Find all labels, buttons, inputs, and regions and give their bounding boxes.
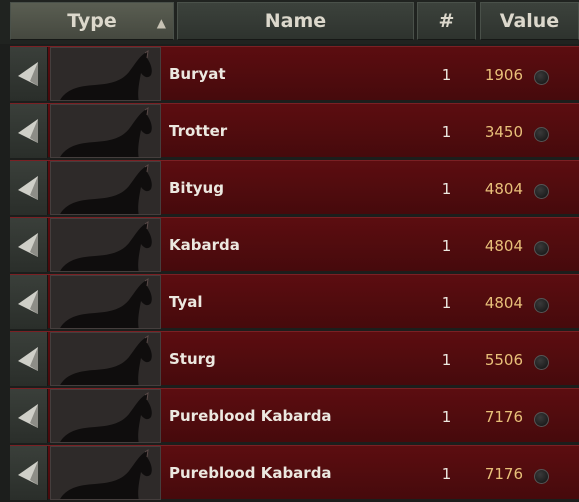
item-name: Tyal: [169, 293, 203, 311]
name-column-header[interactable]: Name: [177, 2, 414, 40]
item-name: Sturg: [169, 350, 216, 368]
table-row[interactable]: Pureblood Kabarda 1 7176: [10, 388, 579, 443]
horse-icon: [60, 220, 152, 271]
table-row[interactable]: Pureblood Kabarda 1 7176: [10, 445, 579, 500]
row-action-button[interactable]: [10, 446, 48, 500]
horse-icon: [60, 277, 152, 328]
coin-icon: [534, 184, 549, 199]
table-row[interactable]: Buryat 1 1906: [10, 46, 579, 101]
item-count: 1: [441, 465, 452, 483]
item-count: 1: [441, 408, 452, 426]
item-value: 1906: [484, 66, 523, 84]
row-action-button[interactable]: [10, 389, 48, 443]
type-column-label: Type: [67, 10, 117, 32]
sort-ascending-icon: ▲: [156, 16, 166, 30]
item-list: Buryat 1 1906 Trotter 1 3450 Bityug 1 48…: [0, 44, 579, 502]
item-value: 7176: [484, 465, 523, 483]
row-action-button[interactable]: [10, 218, 48, 272]
item-value: 4804: [484, 180, 523, 198]
triangle-left-icon: [18, 461, 38, 485]
item-value: 5506: [484, 351, 523, 369]
horse-thumbnail: [50, 161, 161, 215]
item-count: 1: [441, 123, 452, 141]
row-action-button[interactable]: [10, 161, 48, 215]
horse-icon: [60, 163, 152, 214]
horse-thumbnail: [50, 332, 161, 386]
item-value: 3450: [484, 123, 523, 141]
triangle-left-icon: [18, 290, 38, 314]
horse-thumbnail: [50, 446, 161, 500]
item-count: 1: [441, 180, 452, 198]
item-name: Pureblood Kabarda: [169, 407, 332, 425]
coin-icon: [534, 412, 549, 427]
horse-thumbnail: [50, 275, 161, 329]
coin-icon: [534, 298, 549, 313]
item-value: 4804: [484, 237, 523, 255]
table-row[interactable]: Kabarda 1 4804: [10, 217, 579, 272]
coin-icon: [534, 241, 549, 256]
item-name: Pureblood Kabarda: [169, 464, 332, 482]
value-column-label: Value: [499, 10, 560, 32]
triangle-left-icon: [18, 176, 38, 200]
triangle-left-icon: [18, 404, 38, 428]
table-row[interactable]: Sturg 1 5506: [10, 331, 579, 386]
item-name: Kabarda: [169, 236, 240, 254]
count-column-label: #: [438, 10, 455, 32]
item-count: 1: [441, 66, 452, 84]
item-name: Buryat: [169, 65, 226, 83]
table-row[interactable]: Tyal 1 4804: [10, 274, 579, 329]
horse-icon: [60, 391, 152, 442]
triangle-left-icon: [18, 233, 38, 257]
horse-icon: [60, 334, 152, 385]
table-row[interactable]: Trotter 1 3450: [10, 103, 579, 158]
triangle-left-icon: [18, 62, 38, 86]
row-action-button[interactable]: [10, 104, 48, 158]
horse-thumbnail: [50, 218, 161, 272]
item-value: 4804: [484, 294, 523, 312]
horse-icon: [60, 448, 152, 499]
triangle-left-icon: [18, 347, 38, 371]
item-count: 1: [441, 294, 452, 312]
row-action-button[interactable]: [10, 47, 48, 101]
item-count: 1: [441, 237, 452, 255]
horse-icon: [60, 49, 152, 100]
triangle-left-icon: [18, 119, 38, 143]
row-action-button[interactable]: [10, 332, 48, 386]
coin-icon: [534, 355, 549, 370]
horse-thumbnail: [50, 389, 161, 443]
table-row[interactable]: Bityug 1 4804: [10, 160, 579, 215]
item-name: Trotter: [169, 122, 228, 140]
item-name: Bityug: [169, 179, 224, 197]
item-value: 7176: [484, 408, 523, 426]
coin-icon: [534, 469, 549, 484]
item-count: 1: [441, 351, 452, 369]
horse-thumbnail: [50, 47, 161, 101]
value-column-header[interactable]: Value: [480, 2, 579, 40]
coin-icon: [534, 70, 549, 85]
coin-icon: [534, 127, 549, 142]
horse-thumbnail: [50, 104, 161, 158]
horse-icon: [60, 106, 152, 157]
type-column-header[interactable]: Type ▲: [10, 2, 174, 40]
row-action-button[interactable]: [10, 275, 48, 329]
name-column-label: Name: [264, 10, 327, 32]
table-header: Type ▲ Name # Value: [0, 0, 579, 44]
count-column-header[interactable]: #: [417, 2, 476, 40]
